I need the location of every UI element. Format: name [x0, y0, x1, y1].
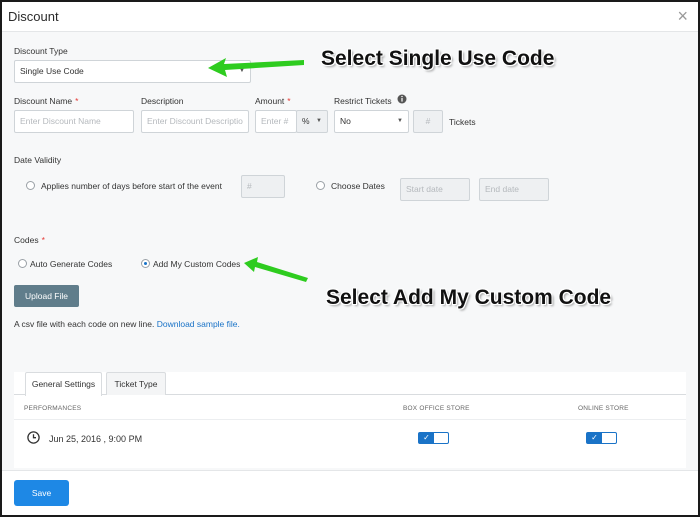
annotation-arrows — [208, 58, 308, 282]
callout-custom-code: Select Add My Custom Code — [326, 286, 612, 309]
arrow-custom-codes — [244, 257, 308, 282]
callout-single-use: Select Single Use Code — [321, 47, 555, 70]
arrow-single-use — [208, 58, 304, 77]
